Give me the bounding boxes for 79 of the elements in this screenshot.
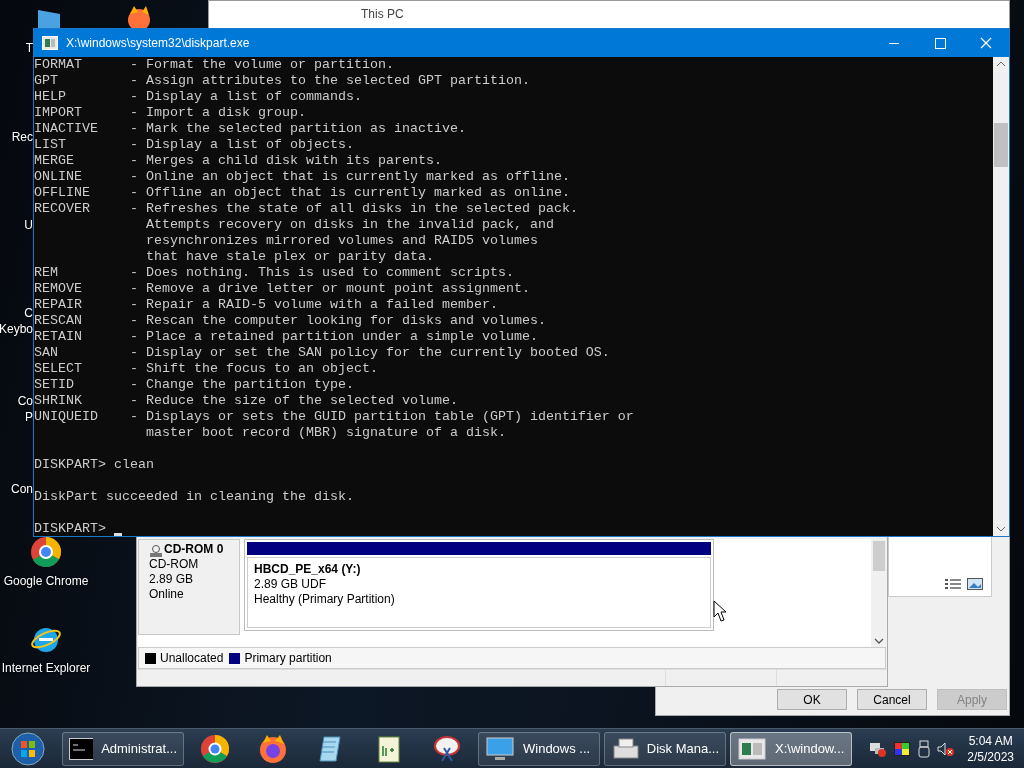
console-line: resynchronizes mirrored volumes and RAID5 volumes: [144, 233, 538, 248]
console-line: REPAIR - Repair a RAID-5 volume with a failed member.: [34, 297, 498, 312]
desktop-shortcut[interactable]: Internet Explorer: [0, 623, 92, 675]
console-line: DISKPART> clean: [34, 457, 154, 472]
console-line: SAN - Display or set the SAN policy for the currently booted OS.: [34, 345, 610, 360]
legend-label: Unallocated: [160, 651, 224, 665]
partition-status: Healthy (Primary Partition): [254, 592, 396, 607]
console-app-icon: [42, 36, 58, 50]
console-line: that have stale plex or parity data.: [144, 249, 434, 264]
clock-date[interactable]: 2/5/2023: [967, 748, 1014, 765]
console-line: ONLINE - Online an object that is currently marked as offline.: [34, 169, 570, 184]
fox-logo-icon: [258, 733, 288, 764]
partition-name: HBCD_PE_x64 (Y:): [254, 562, 362, 577]
disk-size: 2.89 GB: [149, 572, 195, 587]
console-line: MERGE - Merges a child disk with its parents.: [34, 153, 442, 168]
usb-drive-icon[interactable]: [917, 739, 932, 758]
details-view-icon[interactable]: [945, 578, 961, 590]
taskbar-window-button[interactable]: Disk Mana...: [604, 731, 726, 766]
clock-time[interactable]: 5:04 AM: [968, 732, 1013, 749]
image-view-icon[interactable]: [967, 578, 983, 590]
console-line: DiskPart succeeded in cleaning the disk.: [34, 489, 354, 504]
text-cursor: [114, 533, 122, 536]
mouse-pointer-icon: [713, 600, 727, 622]
display-icon[interactable]: [893, 739, 912, 758]
window-title: X:\windows\system32\diskpart.exe: [66, 36, 250, 50]
console-line: INACTIVE - Mark the selected partition as inactive.: [34, 121, 466, 136]
console-line: master boot record (MBR) signature of a disk.: [144, 425, 506, 440]
console-line: IMPORT - Import a disk group.: [34, 105, 306, 120]
taskbar-window-button[interactable]: X:\window...: [730, 731, 852, 766]
scrollbar-thumb[interactable]: [873, 541, 885, 571]
partition-size: 2.89 GB UDF: [254, 577, 328, 592]
console-line: HELP - Display a list of commands.: [34, 89, 362, 104]
console-line: UNIQUEID - Displays or sets the GUID partition table (GPT) identifier or: [34, 409, 634, 424]
desktop-icon-label: Rec: [11, 129, 33, 145]
window-app-icon: [737, 735, 767, 762]
disk-status: Online: [149, 587, 185, 602]
console-line: FORMAT - Format the volume or partition.: [34, 57, 394, 72]
desktop-shortcut[interactable]: Google Chrome: [0, 536, 92, 588]
computer-icon: [485, 735, 515, 762]
desktop-icon-label: U: [24, 217, 33, 233]
console-line: SHRINK - Reduce the size of the selected volume.: [34, 393, 458, 408]
console-line: OFFLINE - Offline an object that is currently marked as online.: [34, 185, 570, 200]
console-line: RETAIN - Place a retained partition under a simple volume.: [34, 329, 538, 344]
start-button[interactable]: [10, 730, 46, 767]
console-line: SELECT - Shift the focus to an object.: [34, 361, 378, 376]
desktop-icon-label: P: [25, 409, 33, 425]
console-line: REMOVE - Remove a drive letter or mount point assignment.: [34, 281, 530, 296]
disc-drive-icon: [149, 545, 163, 557]
desktop-icon-label: Keybo: [0, 321, 33, 337]
round-logo-icon: [200, 733, 230, 764]
desktop-icon-label: T: [25, 40, 33, 56]
scrollbar[interactable]: [993, 57, 1009, 536]
console-line: RECOVER - Refreshes the state of all disks in the selected pack.: [34, 201, 578, 216]
desktop-icon-label: Con: [11, 481, 33, 497]
dialog-button[interactable]: Cancel: [857, 689, 927, 710]
disk-name: CD-ROM 0: [164, 542, 224, 557]
round-logo-icon: [30, 536, 62, 568]
window-title: This PC: [361, 7, 404, 21]
desktop-icon-label: C: [24, 305, 33, 321]
terminal-icon: [69, 737, 94, 760]
taskbar-window-button[interactable]: Administrat...: [62, 731, 184, 766]
console-line: GPT - Assign attributes to the selected GPT partition.: [34, 73, 530, 88]
disk-drive-icon: [611, 735, 639, 762]
desktop-icon-label: Co: [17, 393, 33, 409]
taskbar-window-button[interactable]: Windows ...: [478, 731, 600, 766]
legend-label: Primary partition: [244, 651, 332, 665]
scrollbar[interactable]: [871, 539, 887, 647]
scrollbar-thumb[interactable]: [994, 123, 1008, 167]
console-line: DISKPART>: [34, 521, 107, 536]
scroll-down-icon[interactable]: [874, 637, 884, 645]
disk-type: CD-ROM: [149, 557, 200, 572]
console-line: REM - Does nothing. This is used to comment scripts.: [34, 265, 514, 280]
scissors-icon: [432, 733, 462, 764]
console-line: Attempts recovery on disks in the invalid pack, and: [144, 217, 554, 232]
dialog-button[interactable]: OK: [777, 689, 847, 710]
console-line: RESCAN - Rescan the computer looking for disks and volumes.: [34, 313, 546, 328]
partition-block[interactable]: HBCD_PE_x64 (Y:) 2.89 GB UDF Healthy (Primary Partition): [244, 539, 714, 631]
console-line: LIST - Display a list of objects.: [34, 137, 354, 152]
console-line: SETID - Change the partition type.: [34, 377, 354, 392]
